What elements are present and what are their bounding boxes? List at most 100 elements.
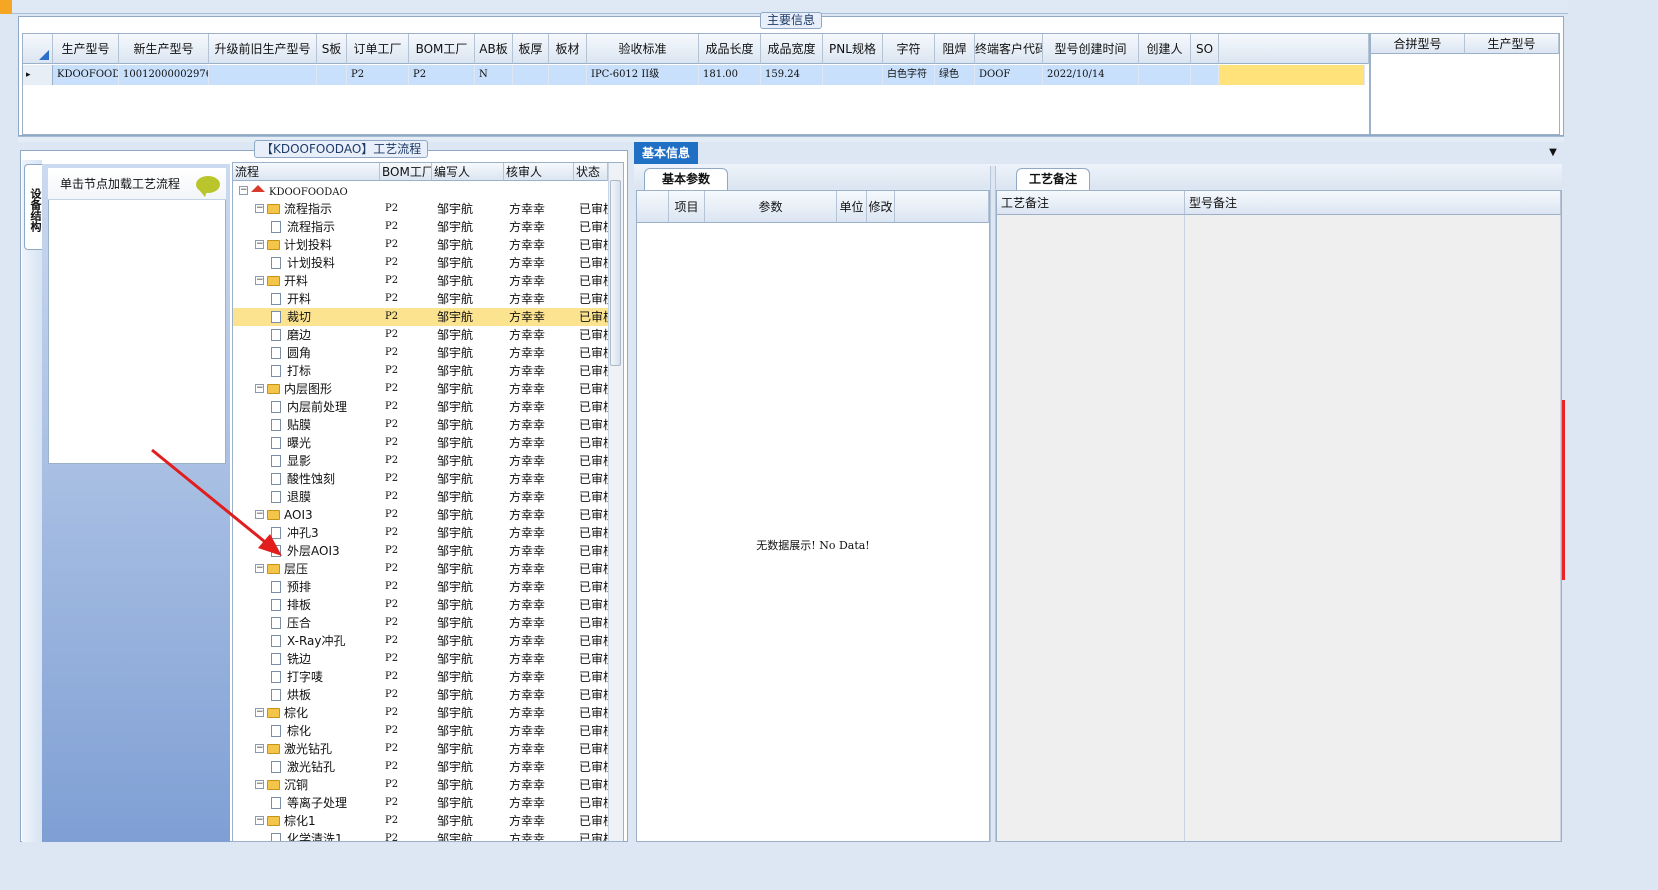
table-cell[interactable]: N bbox=[475, 65, 513, 85]
column-header[interactable]: 修改 bbox=[867, 191, 895, 223]
column-header[interactable]: 编写人 bbox=[432, 163, 504, 181]
column-header[interactable]: 订单工厂 bbox=[347, 34, 409, 64]
collapse-toggle-icon[interactable]: − bbox=[255, 780, 264, 789]
column-header[interactable]: 新生产型号 bbox=[119, 34, 209, 64]
basic-info-title[interactable]: 基本信息 bbox=[634, 142, 698, 164]
collapse-toggle-icon[interactable]: − bbox=[255, 564, 264, 573]
tree-node-cell[interactable]: X-Ray冲孔 bbox=[233, 632, 380, 650]
tree-item-row[interactable]: 显影 P2 邹宇航 方幸幸 已审核 bbox=[233, 452, 609, 470]
column-header[interactable]: 流程 bbox=[233, 163, 380, 181]
tree-node-cell[interactable]: 打标 bbox=[233, 362, 380, 380]
table-cell[interactable] bbox=[513, 65, 549, 85]
tree-node-cell[interactable]: − 流程指示 bbox=[233, 200, 380, 218]
tree-folder-row[interactable]: − 层压 P2 邹宇航 方幸幸 已审核 bbox=[233, 560, 609, 578]
tree-node-cell[interactable]: 外层AOI3 bbox=[233, 542, 380, 560]
table-cell[interactable] bbox=[209, 65, 317, 85]
tree-folder-row[interactable]: − 内层图形 P2 邹宇航 方幸幸 已审核 bbox=[233, 380, 609, 398]
tree-item-row[interactable]: 等离子处理 P2 邹宇航 方幸幸 已审核 bbox=[233, 794, 609, 812]
table-cell[interactable] bbox=[823, 65, 883, 85]
tree-item-row[interactable]: 烘板 P2 邹宇航 方幸幸 已审核 bbox=[233, 686, 609, 704]
tree-item-row[interactable]: 流程指示 P2 邹宇航 方幸幸 已审核 bbox=[233, 218, 609, 236]
tree-node-cell[interactable]: 退膜 bbox=[233, 488, 380, 506]
tree-node-cell[interactable]: 磨边 bbox=[233, 326, 380, 344]
column-header[interactable]: 生产型号 bbox=[1465, 34, 1559, 54]
tree-item-row[interactable]: 退膜 P2 邹宇航 方幸幸 已审核 bbox=[233, 488, 609, 506]
tree-item-row[interactable]: 化学清洗1 P2 邹宇航 方幸幸 已审核 bbox=[233, 830, 609, 841]
tree-node-cell[interactable]: 打字唛 bbox=[233, 668, 380, 686]
row-indicator[interactable]: ▸ bbox=[23, 65, 53, 85]
tree-item-row[interactable]: 圆角 P2 邹宇航 方幸幸 已审核 bbox=[233, 344, 609, 362]
tree-item-row[interactable]: 冲孔3 P2 邹宇航 方幸幸 已审核 bbox=[233, 524, 609, 542]
column-header[interactable]: BOM工厂 bbox=[409, 34, 475, 64]
tree-folder-row[interactable]: − 激光钻孔 P2 邹宇航 方幸幸 已审核 bbox=[233, 740, 609, 758]
tree-folder-row[interactable]: − 计划投料 P2 邹宇航 方幸幸 已审核 bbox=[233, 236, 609, 254]
column-header[interactable]: 合拼型号 bbox=[1371, 34, 1465, 54]
column-header[interactable]: 板材 bbox=[549, 34, 587, 64]
tree-node-cell[interactable]: 曝光 bbox=[233, 434, 380, 452]
column-header[interactable]: S板 bbox=[317, 34, 347, 64]
column-header[interactable]: 验收标准 bbox=[587, 34, 699, 64]
tree-folder-row[interactable]: − 开料 P2 邹宇航 方幸幸 已审核 bbox=[233, 272, 609, 290]
tree-node-cell[interactable]: − 沉铜 bbox=[233, 776, 380, 794]
column-header[interactable]: 型号备注 bbox=[1185, 191, 1561, 215]
tree-node-cell[interactable]: − 激光钻孔 bbox=[233, 740, 380, 758]
tree-item-row[interactable]: 开料 P2 邹宇航 方幸幸 已审核 bbox=[233, 290, 609, 308]
collapse-toggle-icon[interactable]: − bbox=[255, 276, 264, 285]
tree-node-cell[interactable]: 压合 bbox=[233, 614, 380, 632]
table-cell[interactable]: 白色字符 bbox=[883, 65, 935, 85]
column-header[interactable]: 成品宽度 bbox=[761, 34, 823, 64]
column-header[interactable]: 型号创建时间 bbox=[1043, 34, 1139, 64]
tree-node-cell[interactable]: − 开料 bbox=[233, 272, 380, 290]
table-cell[interactable]: P2 bbox=[347, 65, 409, 85]
tree-node-cell[interactable]: 流程指示 bbox=[233, 218, 380, 236]
tree-node-cell[interactable]: 化学清洗1 bbox=[233, 830, 380, 841]
notes-column[interactable] bbox=[997, 215, 1185, 841]
params-grid[interactable]: 项目 参数 单位 修改 bbox=[636, 190, 990, 842]
table-cell[interactable] bbox=[549, 65, 587, 85]
tree-node-cell[interactable]: 内层前处理 bbox=[233, 398, 380, 416]
table-cell[interactable]: 2022/10/14 bbox=[1043, 65, 1139, 85]
notes-column[interactable] bbox=[1185, 215, 1561, 841]
tree-item-row[interactable]: 内层前处理 P2 邹宇航 方幸幸 已审核 bbox=[233, 398, 609, 416]
tree-folder-row[interactable]: − 棕化1 P2 邹宇航 方幸幸 已审核 bbox=[233, 812, 609, 830]
tree-node-cell[interactable]: 开料 bbox=[233, 290, 380, 308]
tree-item-row[interactable]: 曝光 P2 邹宇航 方幸幸 已审核 bbox=[233, 434, 609, 452]
table-cell[interactable]: 159.24 bbox=[761, 65, 823, 85]
tree-root-row[interactable]: − KDOOFOODAO bbox=[233, 182, 609, 200]
column-header[interactable]: BOM工厂 bbox=[380, 163, 432, 181]
tab-basic-params[interactable]: 基本参数 bbox=[644, 168, 728, 190]
tree-node-cell[interactable]: 等离子处理 bbox=[233, 794, 380, 812]
tree-node-cell[interactable]: 棕化 bbox=[233, 722, 380, 740]
tree-node-cell[interactable]: 显影 bbox=[233, 452, 380, 470]
tree-node-cell[interactable]: 预排 bbox=[233, 578, 380, 596]
main-info-grid[interactable]: 生产型号KDOOFOODAO新生产型号10012000002976升级前旧生产型… bbox=[22, 33, 1370, 135]
collapse-toggle-icon[interactable]: − bbox=[239, 186, 248, 195]
table-cell[interactable]: 10012000002976 bbox=[119, 65, 209, 85]
grid-corner-selector[interactable] bbox=[23, 34, 53, 64]
column-header[interactable]: 状态 bbox=[574, 163, 608, 181]
tree-item-row[interactable]: 压合 P2 邹宇航 方幸幸 已审核 bbox=[233, 614, 609, 632]
tree-node-cell[interactable]: − 层压 bbox=[233, 560, 380, 578]
column-header[interactable]: 生产型号 bbox=[53, 34, 119, 64]
tab-equipment-structure[interactable]: 设备结构 bbox=[24, 164, 44, 250]
column-header[interactable]: 核审人 bbox=[504, 163, 574, 181]
collapse-toggle-icon[interactable]: − bbox=[255, 816, 264, 825]
tree-node-cell[interactable]: 酸性蚀刻 bbox=[233, 470, 380, 488]
tree-item-row[interactable]: 裁切 P2 邹宇航 方幸幸 已审核 bbox=[233, 308, 609, 326]
tree-node-cell[interactable]: − AOI3 bbox=[233, 506, 380, 524]
collapse-toggle-icon[interactable]: − bbox=[255, 204, 264, 213]
tree-folder-row[interactable]: − 棕化 P2 邹宇航 方幸幸 已审核 bbox=[233, 704, 609, 722]
tree-folder-row[interactable]: − 流程指示 P2 邹宇航 方幸幸 已审核 bbox=[233, 200, 609, 218]
table-cell[interactable] bbox=[317, 65, 347, 85]
tree-item-row[interactable]: 棕化 P2 邹宇航 方幸幸 已审核 bbox=[233, 722, 609, 740]
column-header[interactable]: 终端客户代码 bbox=[975, 34, 1043, 64]
table-cell[interactable] bbox=[1191, 65, 1219, 85]
column-header[interactable]: 阻焊 bbox=[935, 34, 975, 64]
tree-node-cell[interactable]: 激光钻孔 bbox=[233, 758, 380, 776]
tree-item-row[interactable]: 计划投料 P2 邹宇航 方幸幸 已审核 bbox=[233, 254, 609, 272]
merged-model-grid[interactable]: 合拼型号 生产型号 bbox=[1370, 33, 1560, 135]
grid-corner-selector[interactable] bbox=[637, 191, 669, 223]
tree-node-cell[interactable]: 冲孔3 bbox=[233, 524, 380, 542]
tree-item-row[interactable]: X-Ray冲孔 P2 邹宇航 方幸幸 已审核 bbox=[233, 632, 609, 650]
table-cell[interactable]: 181.00 bbox=[699, 65, 761, 85]
